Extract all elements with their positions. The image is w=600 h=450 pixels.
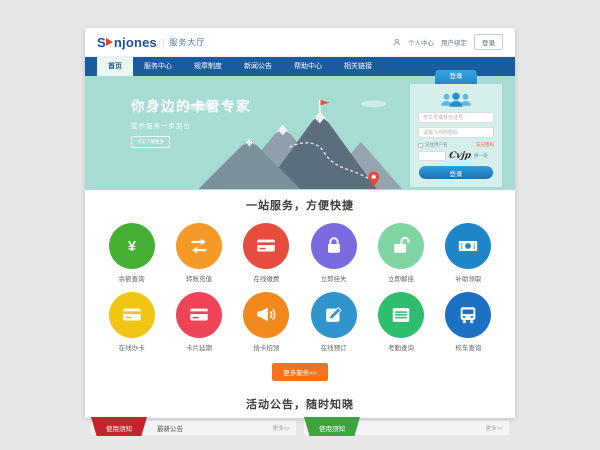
service-item-7[interactable]: 卡片延期	[176, 292, 222, 352]
person-icon	[393, 38, 401, 46]
captcha-input[interactable]	[418, 151, 446, 161]
more-link-left[interactable]: 更多>>	[273, 424, 290, 432]
megaphone-icon[interactable]	[243, 292, 289, 338]
more-services-button[interactable]: 更多服务>>	[272, 363, 328, 381]
header-utility-links: 个人中心 用户绑定 登录	[393, 34, 503, 50]
service-item-1[interactable]: 转账充值	[176, 223, 222, 283]
service-label: 补助领取	[455, 273, 481, 283]
more-link-right[interactable]: 更多>>	[486, 424, 503, 432]
service-label: 立即解挂	[388, 273, 414, 283]
login-card: 记住用户名 忘记密码 Cvjp 换一张 登录	[410, 84, 502, 187]
yuan-icon[interactable]: ¥	[109, 223, 155, 269]
remember-checkbox[interactable]	[418, 143, 423, 148]
latest-announcements-label[interactable]: 最新公告	[157, 423, 183, 433]
service-item-10[interactable]: 考勤查询	[378, 292, 424, 352]
portal-page: S njones | 服务大厅 个人中心 用户绑定 登录 首页服务中心规章制度新…	[85, 28, 515, 418]
nav-item-4[interactable]: 帮助中心	[283, 57, 333, 76]
service-item-3[interactable]: 立即挂失	[311, 223, 357, 283]
password-input[interactable]	[418, 127, 494, 138]
login-tab[interactable]: 登录	[435, 70, 477, 84]
service-item-6[interactable]: 在线办卡	[109, 292, 155, 352]
remember-row: 记住用户名 忘记密码	[418, 142, 494, 148]
service-label: 校车查询	[455, 342, 481, 352]
hero-subtitle: 提供服务一步到位	[131, 120, 251, 130]
announcements-section-title: 活动公告，随时知晓	[85, 396, 515, 412]
hero-title: 你身边的卡管专家	[131, 95, 251, 115]
logo-divider: |	[162, 37, 164, 47]
nav-item-2[interactable]: 规章制度	[183, 57, 233, 76]
service-label: 拾卡招领	[253, 342, 279, 352]
header-link-personal-center[interactable]: 个人中心	[408, 37, 434, 47]
services-grid: ¥ 余额查询 转账充值 在线缴费 立即挂失 立即解挂 补助领取在线办卡 卡片延期 拾卡招领 在线预…	[98, 223, 502, 352]
logo-text-rest: njones	[114, 35, 157, 50]
hero-text-block: 你身边的卡管专家 提供服务一步到位 点击了解更多	[131, 95, 251, 148]
nav-item-5[interactable]: 相关链接	[333, 57, 383, 76]
announcement-bars: 使用须知 最新公告 更多>> 使用须知 更多>>	[91, 421, 509, 436]
service-item-11[interactable]: 校车查询	[445, 292, 491, 352]
service-label: 在线预订	[321, 342, 347, 352]
service-label: 考勤查询	[388, 342, 414, 352]
site-header: S njones | 服务大厅 个人中心 用户绑定 登录	[85, 28, 515, 57]
nav-item-1[interactable]: 服务中心	[133, 57, 183, 76]
list-icon[interactable]	[378, 292, 424, 338]
nav-item-0[interactable]: 首页	[97, 57, 133, 76]
remember-label: 记住用户名	[425, 142, 448, 148]
notice-panel-left: 使用须知 最新公告 更多>>	[91, 421, 296, 436]
service-item-8[interactable]: 拾卡招领	[243, 292, 289, 352]
service-item-4[interactable]: 立即解挂	[378, 223, 424, 283]
service-label: 在线办卡	[119, 342, 145, 352]
notice-panel-right: 使用须知 更多>>	[304, 421, 509, 436]
site-subtitle: 服务大厅	[169, 37, 205, 48]
captcha-row: Cvjp 换一张	[418, 151, 494, 161]
nav-item-3[interactable]: 新闻公告	[233, 57, 283, 76]
captcha-image[interactable]: Cvjp	[448, 151, 471, 161]
service-item-2[interactable]: 在线缴费	[243, 223, 289, 283]
hero-cta-button[interactable]: 点击了解更多	[131, 136, 170, 148]
transfer-icon[interactable]	[176, 223, 222, 269]
lock-icon[interactable]	[311, 223, 357, 269]
card-icon[interactable]	[109, 292, 155, 338]
header-link-user-binding[interactable]: 用户绑定	[441, 37, 467, 47]
service-label: 卡片延期	[186, 342, 212, 352]
login-panel: 登录 记住用户名	[410, 70, 502, 187]
desktop-background: S njones | 服务大厅 个人中心 用户绑定 登录 首页服务中心规章制度新…	[0, 0, 600, 450]
service-item-0[interactable]: ¥ 余额查询	[109, 223, 155, 283]
service-label: 转账充值	[186, 273, 212, 283]
header-login-button[interactable]: 登录	[474, 34, 503, 50]
announcements-section: 活动公告，随时知晓 使用须知 最新公告 更多>> 使用须知 更多>>	[85, 381, 515, 436]
service-item-5[interactable]: 补助领取	[445, 223, 491, 283]
bus-icon[interactable]	[445, 292, 491, 338]
service-label: 余额查询	[119, 273, 145, 283]
services-section-title: 一站服务，方便快捷	[85, 197, 515, 213]
card-icon[interactable]	[176, 292, 222, 338]
usage-notice-tab-right[interactable]: 使用须知	[304, 417, 360, 436]
login-submit-button[interactable]: 登录	[419, 166, 493, 179]
hero-banner: 你身边的卡管专家 提供服务一步到位 点击了解更多	[85, 76, 515, 190]
banknote-icon[interactable]	[445, 223, 491, 269]
usage-notice-tab-left[interactable]: 使用须知	[91, 417, 147, 436]
users-icon	[438, 91, 474, 108]
card-icon[interactable]	[243, 223, 289, 269]
logo-arrow-icon	[106, 38, 113, 46]
site-logo[interactable]: S njones | 服务大厅	[97, 35, 205, 50]
service-item-9[interactable]: 在线预订	[311, 292, 357, 352]
services-section: 一站服务，方便快捷 ¥ 余额查询 转账充值 在线缴费 立即挂失 立即解挂 补助领取在线办卡 卡…	[85, 190, 515, 381]
svg-text:¥: ¥	[128, 239, 137, 255]
username-input[interactable]	[418, 112, 494, 123]
service-label: 立即挂失	[321, 273, 347, 283]
unlock-icon[interactable]	[378, 223, 424, 269]
captcha-refresh-link[interactable]: 换一张	[474, 153, 488, 159]
forgot-password-link[interactable]: 忘记密码	[476, 142, 494, 148]
edit-icon[interactable]	[311, 292, 357, 338]
service-label: 在线缴费	[253, 273, 279, 283]
logo-text: S	[97, 35, 106, 50]
